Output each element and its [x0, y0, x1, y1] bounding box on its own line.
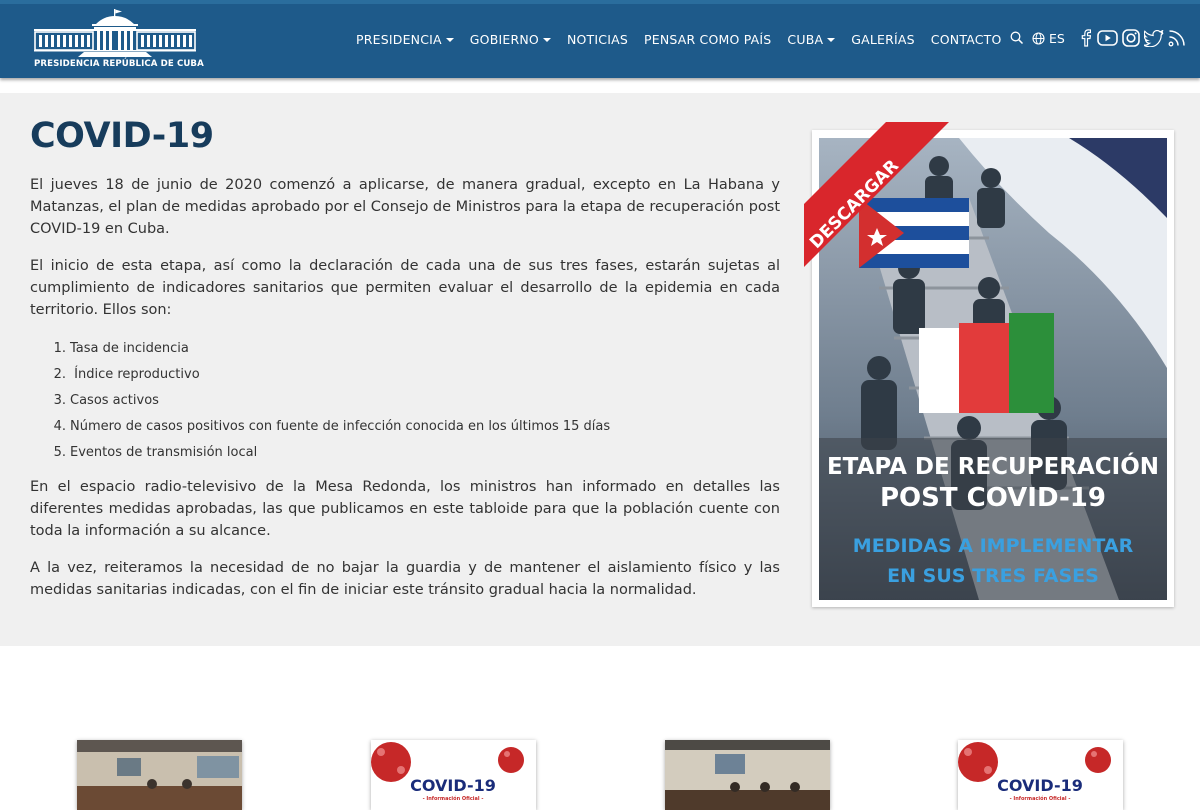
article-paragraph: En el espacio radio-televisivo de la Mes…: [30, 479, 780, 539]
covid-sublabel: - Información Oficial -: [423, 795, 484, 802]
twitter-icon[interactable]: [1143, 29, 1164, 47]
poster-subline-2: EN SUS TRES FASES: [887, 565, 1099, 587]
list-item: 1. Tasa de incidencia: [30, 338, 780, 364]
nav-noticias[interactable]: NOTICIAS: [567, 32, 628, 47]
list-item-text: Número de casos positivos con fuente de …: [70, 419, 611, 434]
nav-galerias[interactable]: GALERÍAS: [851, 32, 915, 47]
poster-headline-1: ETAPA DE RECUPERACIÓN: [827, 452, 1159, 480]
covid-sublabel: - Información Oficial -: [1010, 795, 1071, 802]
main-nav: PRESIDENCIA GOBIERNO NOTICIAS PENSAR COM…: [356, 30, 1018, 48]
list-item: 2. Índice reproductivo: [30, 364, 780, 390]
rss-icon[interactable]: [1168, 29, 1186, 47]
nav-presidencia[interactable]: PRESIDENCIA: [356, 32, 454, 47]
list-item-text: Tasa de incidencia: [70, 341, 189, 356]
nav-cuba[interactable]: CUBA: [787, 31, 836, 47]
download-ribbon[interactable]: DESCARGAR: [804, 122, 949, 267]
article-paragraph: A la vez, reiteramos la necesidad de no …: [30, 560, 780, 598]
indicators-list: 1. Tasa de incidencia 2. Índice reproduct…: [30, 338, 780, 468]
list-item-text: Casos activos: [70, 393, 159, 408]
poster-headline-2: POST COVID-19: [880, 483, 1106, 513]
youtube-icon[interactable]: [1097, 30, 1118, 46]
nav-gobierno-label: GOBIERNO: [469, 31, 539, 47]
nav-contacto[interactable]: CONTACTO: [931, 32, 1002, 47]
list-item-number: 3.: [53, 393, 66, 408]
covid-label: COVID-19: [997, 776, 1083, 795]
nav-pensar-label: PENSAR COMO PAÍS: [643, 31, 772, 47]
covid-label: COVID-19: [410, 776, 496, 795]
chevron-down-icon: [445, 38, 454, 42]
list-item-text: Eventos de transmisión local: [70, 445, 258, 460]
nav-contacto-label: CONTACTO: [930, 31, 1002, 47]
chevron-down-icon: [827, 38, 836, 42]
article-paragraph: El jueves 18 de junio de 2020 comenzó a …: [30, 177, 781, 237]
site-header: PRESIDENCIA REPÚBLICA DE CUBA PRESIDENCI…: [0, 0, 1200, 78]
nav-noticias-label: NOTICIAS: [566, 31, 628, 47]
facebook-icon[interactable]: [1081, 29, 1091, 47]
page-title: COVID-19: [30, 116, 214, 156]
language-selector[interactable]: ES: [1049, 31, 1065, 46]
nav-cuba-label: CUBA: [787, 31, 824, 47]
list-item-number: 1.: [53, 341, 66, 356]
nav-galerias-label: GALERÍAS: [851, 31, 915, 47]
article-paragraph: El inicio de esta etapa, así como la dec…: [30, 258, 780, 318]
list-item-text: Índice reproductivo: [70, 367, 200, 382]
list-item: 5. Eventos de transmisión local: [30, 442, 780, 468]
nav-pensar-como-pais[interactable]: PENSAR COMO PAÍS: [644, 32, 771, 47]
header-icons: ES: [1010, 26, 1186, 50]
globe-icon[interactable]: [1032, 31, 1045, 45]
poster-subline-1: MEDIDAS A IMPLEMENTAR: [853, 535, 1134, 557]
logo-text: PRESIDENCIA REPÚBLICA DE CUBA: [34, 59, 204, 69]
nav-presidencia-label: PRESIDENCIA: [356, 31, 442, 47]
list-item-number: 4.: [53, 419, 66, 434]
list-item: 4. Número de casos positivos con fuente d…: [30, 416, 780, 442]
download-poster[interactable]: ETAPA DE RECUPERACIÓN POST COVID-19 MEDI…: [804, 122, 1174, 607]
list-item-number: 2.: [53, 367, 66, 382]
chevron-down-icon: [542, 38, 551, 42]
list-item-number: 5.: [53, 445, 66, 460]
list-item: 3. Casos activos: [30, 390, 780, 416]
instagram-icon[interactable]: [1122, 29, 1140, 47]
palace-logo-icon: [34, 9, 196, 57]
search-icon[interactable]: [1010, 31, 1024, 45]
nav-gobierno[interactable]: GOBIERNO: [470, 32, 551, 47]
